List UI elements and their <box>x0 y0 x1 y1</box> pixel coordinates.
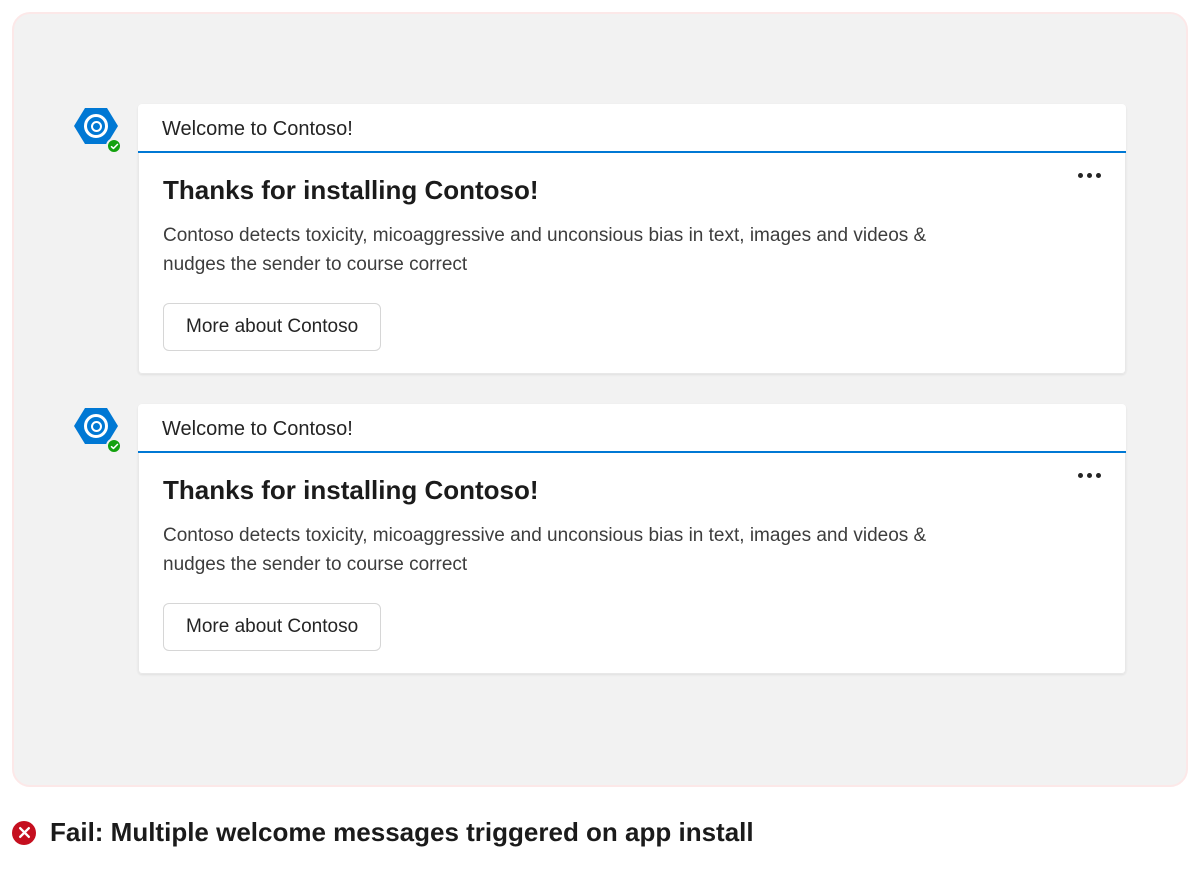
more-options-icon[interactable] <box>1078 173 1101 178</box>
card-body: Thanks for installing Contoso! Contoso d… <box>138 153 1126 374</box>
example-frame: Welcome to Contoso! Thanks for installin… <box>12 12 1188 787</box>
more-about-button[interactable]: More about Contoso <box>163 303 381 351</box>
bot-avatar <box>74 106 120 150</box>
card-description: Contoso detects toxicity, micoaggressive… <box>163 522 983 579</box>
presence-available-icon <box>106 138 122 154</box>
presence-available-icon <box>106 438 122 454</box>
more-options-icon[interactable] <box>1078 473 1101 478</box>
card-header: Welcome to Contoso! <box>138 404 1126 453</box>
message-row: Welcome to Contoso! Thanks for installin… <box>74 104 1126 374</box>
message-row: Welcome to Contoso! Thanks for installin… <box>74 404 1126 674</box>
card-title: Thanks for installing Contoso! <box>163 475 1101 506</box>
card-header: Welcome to Contoso! <box>138 104 1126 153</box>
verdict-row: Fail: Multiple welcome messages triggere… <box>0 799 1200 848</box>
card-body: Thanks for installing Contoso! Contoso d… <box>138 453 1126 674</box>
fail-icon <box>12 821 36 845</box>
more-about-button[interactable]: More about Contoso <box>163 603 381 651</box>
adaptive-card: Welcome to Contoso! Thanks for installin… <box>138 404 1126 674</box>
adaptive-card: Welcome to Contoso! Thanks for installin… <box>138 104 1126 374</box>
bot-avatar <box>74 406 120 450</box>
verdict-text: Fail: Multiple welcome messages triggere… <box>50 817 754 848</box>
card-title: Thanks for installing Contoso! <box>163 175 1101 206</box>
card-description: Contoso detects toxicity, micoaggressive… <box>163 222 983 279</box>
